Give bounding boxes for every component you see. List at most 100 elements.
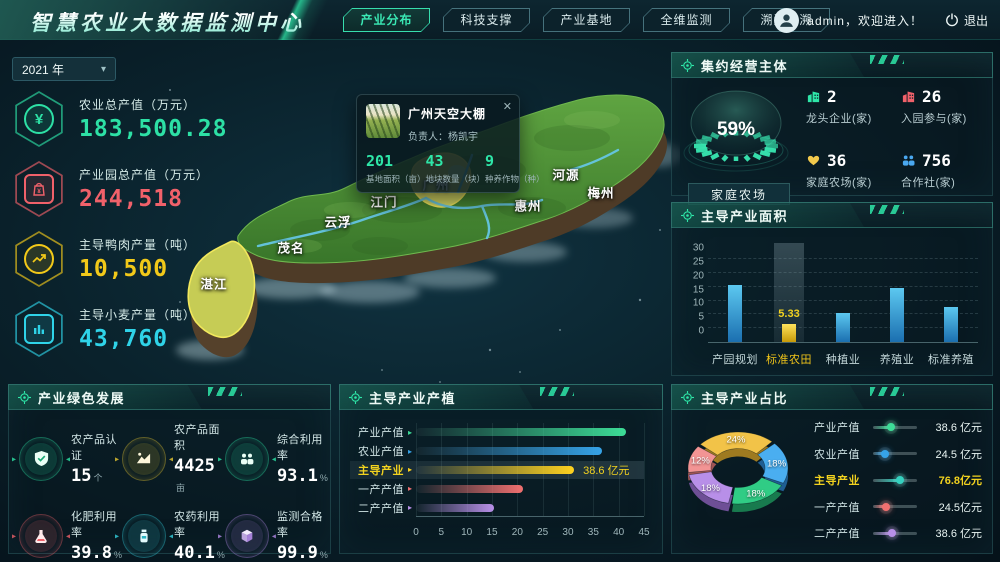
panel-title: 主导产业产植 [369, 388, 456, 407]
city-label-heyuan[interactable]: 河源 [552, 165, 579, 184]
year-dropdown[interactable]: 2021 年 ▾ [12, 57, 116, 81]
app-header: 智慧农业大数据监测中心 产业分布 科技支撑 产业基地 全维监测 溯源追溯 adm… [0, 0, 1000, 40]
x-tick-label: 20 [512, 527, 523, 538]
cube-icon [239, 528, 255, 544]
arrow-icon: ▸ [404, 484, 416, 493]
stat-park-participants: 26 入园参与(家) [901, 87, 988, 126]
legend-track [873, 532, 917, 535]
gauge-value: 59% [717, 119, 755, 140]
x-tick-label: 养殖业 [870, 351, 924, 367]
donut-chart: 18%18%18%12%24% [674, 421, 812, 533]
city-label-jiangmen[interactable]: 江门 [370, 192, 397, 211]
bar-slot [708, 259, 762, 342]
svg-text:12%: 12% [691, 456, 711, 467]
province-3d-map[interactable]: 湛江 茂名 云浮 江门 广州 惠州 河源 梅州 ✕ 广州天空大棚 负责人：杨凯宇… [140, 50, 680, 398]
group-icon [239, 451, 255, 467]
legend-value: 38.6 亿元 [924, 525, 982, 541]
panel-industry-area: 主导产业面积 0510152025305.33产园规划标准农田种植业养殖业标准养… [671, 202, 993, 376]
bar [782, 324, 796, 342]
x-tick-label: 15 [486, 527, 497, 538]
panel-header: 集约经营主体 [671, 52, 993, 78]
vertical-bar-chart: 0510152025305.33产园规划标准农田种植业养殖业标准养殖 [672, 229, 992, 375]
arrow-icon: ▸ [404, 447, 416, 456]
panel-industry-ratio: 主导产业占比 18%18%18%12%24% 产业产值 38.6 亿元 农业产值24… [671, 384, 993, 554]
slash-decoration [870, 55, 904, 64]
trend-icon [24, 244, 54, 274]
city-label-maoming[interactable]: 茂名 [277, 238, 304, 257]
city-label-yunfu[interactable]: 云浮 [324, 212, 351, 231]
y-tick-label: 25 [680, 256, 704, 267]
logout-button[interactable]: 退出 [945, 12, 988, 29]
bar-row: 二产产值▸ [350, 498, 644, 517]
legend-dot [896, 476, 904, 484]
bar-row: 农业产值▸ [350, 442, 644, 461]
city-label-meizhou[interactable]: 梅州 [587, 183, 614, 202]
x-axis-labels: 产园规划标准农田种植业养殖业标准养殖 [708, 351, 978, 367]
bar [728, 285, 742, 342]
flask-icon [33, 528, 49, 544]
arrow-icon: ▸ [404, 465, 416, 474]
legend-dot [881, 450, 889, 458]
target-icon [349, 391, 362, 404]
stat-leading-enterprises: 2 龙头企业(家) [806, 87, 893, 126]
gridline [644, 423, 645, 516]
tab-tech-support[interactable]: 科技支撑 [443, 8, 530, 32]
operator-stats-grid: 2 龙头企业(家) 26 入园参与(家) 36 家庭农场(家) [806, 87, 988, 190]
bag-icon: ¥ [24, 174, 54, 204]
horizontal-bar-chart: 051015202530354045产业产值▸农业产值▸主导产业▸38.6 亿元… [340, 411, 662, 553]
legend-label: 一产产值 [814, 499, 866, 515]
slash-decoration [208, 387, 242, 396]
group-icon [901, 153, 916, 168]
city-label-huizhou[interactable]: 惠州 [514, 196, 541, 215]
popup-manager: 负责人：杨凯宇 [408, 128, 486, 143]
y-tick-label: 15 [680, 284, 704, 295]
panel-title: 集约经营主体 [701, 56, 788, 75]
panel-header: 主导产业面积 [671, 202, 993, 228]
bar-slot [924, 259, 978, 342]
x-tick-label: 25 [537, 527, 548, 538]
panel-green-development: 产业绿色发展 农产品认证 15个 农产品面积 4425 [8, 384, 331, 554]
x-tick-label: 种植业 [816, 351, 870, 367]
tab-industry-distribution[interactable]: 产业分布 [343, 8, 430, 32]
building-icon [901, 89, 916, 104]
legend-label: 农业产值 [814, 446, 866, 462]
row-label: 主导产业 [350, 462, 404, 478]
panel-title: 主导产业占比 [701, 388, 788, 407]
legend-dot [882, 503, 890, 511]
bottle-icon [136, 528, 152, 544]
logout-label: 退出 [964, 12, 988, 29]
y-tick-label: 0 [680, 326, 704, 337]
bar-row: 主导产业▸38.6 亿元 [350, 461, 644, 480]
legend-row: 农业产值24.5 亿元 [814, 444, 982, 464]
legend-value: 76.8亿元 [924, 472, 982, 488]
tab-industry-base[interactable]: 产业基地 [543, 8, 630, 32]
city-label-zhanjiang[interactable]: 湛江 [200, 274, 227, 293]
y-tick-label: 5 [680, 312, 704, 323]
bar [416, 428, 626, 436]
x-tick-label: 10 [461, 527, 472, 538]
close-icon[interactable]: ✕ [503, 100, 512, 113]
bar-track [416, 498, 644, 517]
y-tick-label: 20 [680, 270, 704, 281]
stat-comprehensive-utilization: 综合利用率 93.1% [225, 421, 328, 496]
y-tick-label: 10 [680, 298, 704, 309]
popup-stat-plots: 43 地块数量（块） [426, 152, 486, 185]
legend-label: 主导产业 [814, 472, 866, 488]
chevron-down-icon: ▾ [101, 64, 106, 75]
legend-label: 二产产值 [814, 525, 866, 541]
user-icon [778, 12, 795, 29]
row-label: 产业产值 [350, 424, 404, 440]
bar [416, 466, 574, 474]
tab-full-monitoring[interactable]: 全维监测 [643, 8, 730, 32]
x-tick-label: 产园规划 [708, 351, 762, 367]
legend-label: 产业产值 [814, 419, 866, 435]
row-label: 一产产值 [350, 481, 404, 497]
gauge-chart: 59% [678, 83, 798, 177]
bar-track [416, 423, 644, 442]
legend-track [873, 452, 917, 455]
base-info-popup: ✕ 广州天空大棚 负责人：杨凯宇 201 基地面积（亩） 43 地块数量（块） [356, 94, 520, 193]
legend-dot [887, 423, 895, 431]
yuan-icon: ¥ [24, 104, 54, 134]
x-tick-label: 45 [638, 527, 649, 538]
target-icon [681, 391, 694, 404]
